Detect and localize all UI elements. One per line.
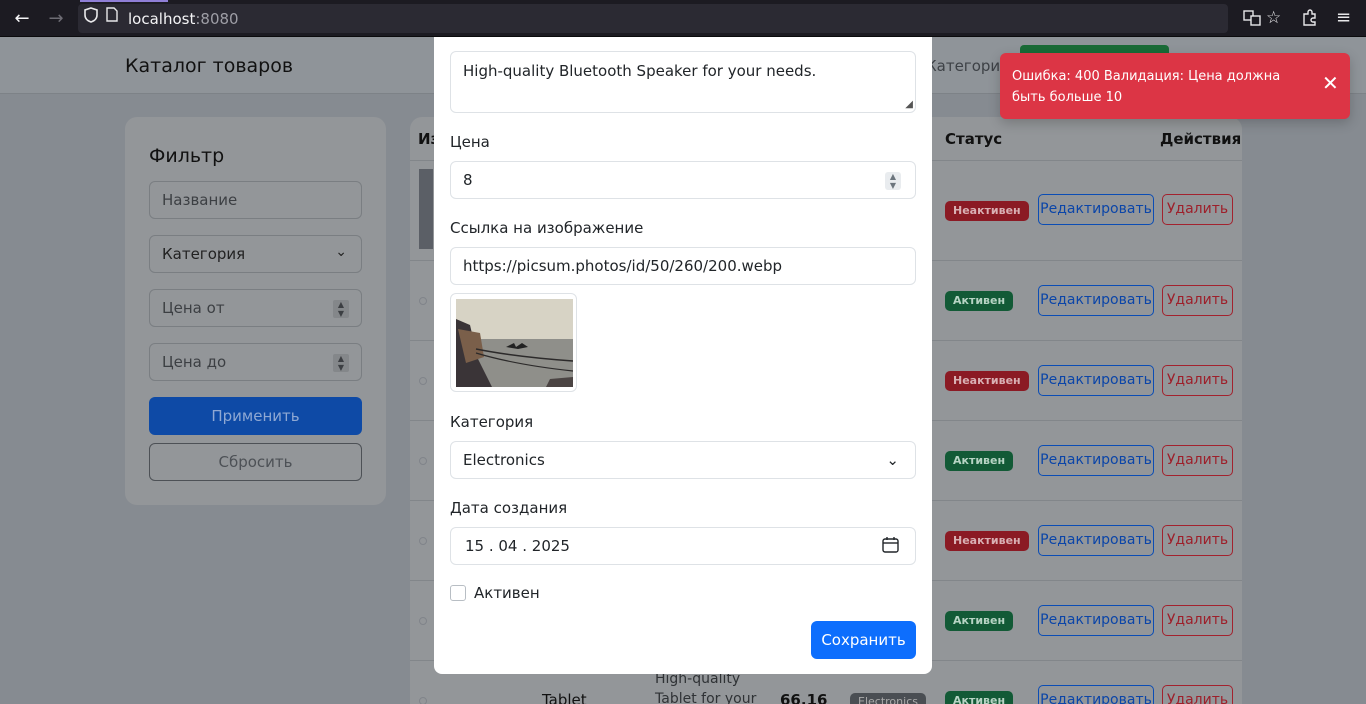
edit-button[interactable]: Редактировать bbox=[1038, 365, 1154, 396]
image-placeholder-icon bbox=[419, 297, 427, 305]
edit-button[interactable]: Редактировать bbox=[1038, 605, 1154, 636]
delete-button[interactable]: Удалить bbox=[1162, 445, 1233, 476]
edit-button[interactable]: Редактировать bbox=[1038, 285, 1154, 316]
filter-panel: Фильтр Название Категория ⌄ Цена от ▲ ▼ Ц… bbox=[125, 117, 386, 505]
status-badge: Активен bbox=[945, 291, 1014, 311]
resize-handle-icon[interactable]: ◢ bbox=[905, 100, 913, 110]
edit-button[interactable]: Редактировать bbox=[1038, 685, 1154, 704]
description-value: High-quality Bluetooth Speaker for your … bbox=[463, 62, 817, 80]
image-placeholder-icon bbox=[419, 697, 427, 704]
product-price: 66.16 bbox=[780, 691, 828, 704]
browser-toolbar: ← → localhost:8080 ☆ ≡ bbox=[0, 0, 1366, 37]
delete-button[interactable]: Удалить bbox=[1162, 525, 1233, 556]
date-value: 15 . 04 . 2025 bbox=[465, 537, 570, 555]
active-checkbox[interactable] bbox=[450, 585, 466, 601]
description-textarea[interactable]: High-quality Bluetooth Speaker for your … bbox=[450, 51, 916, 113]
price-to-placeholder: Цена до bbox=[162, 353, 227, 371]
spinner-icon[interactable]: ▲ ▼ bbox=[333, 300, 349, 318]
date-label: Дата создания bbox=[450, 499, 568, 517]
delete-button[interactable]: Удалить bbox=[1162, 605, 1233, 636]
edit-button[interactable]: Редактировать bbox=[1038, 445, 1154, 476]
product-name: Tablet bbox=[542, 691, 587, 704]
edit-button[interactable]: Редактировать bbox=[1038, 525, 1154, 556]
chevron-down-icon: ⌄ bbox=[886, 451, 899, 469]
delete-button[interactable]: Удалить bbox=[1162, 365, 1233, 396]
chevron-down-icon: ⌄ bbox=[335, 244, 347, 260]
spinner-icon[interactable]: ▲ ▼ bbox=[333, 354, 349, 372]
delete-button[interactable]: Удалить bbox=[1162, 194, 1233, 225]
delete-button[interactable]: Удалить bbox=[1162, 285, 1233, 316]
price-input[interactable]: 8 ▲ ▼ bbox=[450, 161, 916, 199]
price-from-placeholder: Цена от bbox=[162, 299, 225, 317]
column-header-status: Статус bbox=[945, 130, 1003, 148]
spinner-icon[interactable]: ▲ ▼ bbox=[885, 172, 901, 190]
image-placeholder-icon bbox=[419, 377, 427, 385]
image-preview bbox=[450, 293, 577, 392]
category-badge: Electronics bbox=[850, 693, 926, 704]
back-arrow-icon[interactable]: ← bbox=[11, 8, 33, 30]
shield-icon[interactable] bbox=[84, 7, 98, 27]
column-header-actions: Действия bbox=[1160, 130, 1242, 148]
product-description-line: Tablet for your bbox=[655, 691, 757, 704]
status-badge: Активен bbox=[945, 611, 1014, 631]
active-tab-indicator bbox=[80, 0, 168, 2]
menu-icon[interactable]: ≡ bbox=[1336, 7, 1351, 28]
status-badge: Неактивен bbox=[945, 201, 1029, 221]
filter-category-value: Категория bbox=[162, 245, 246, 263]
filter-price-from-input[interactable]: Цена от ▲ ▼ bbox=[149, 289, 362, 327]
close-icon[interactable]: ✕ bbox=[1322, 73, 1339, 93]
active-checkbox-label[interactable]: Активен bbox=[474, 584, 540, 602]
bookmark-star-icon[interactable]: ☆ bbox=[1266, 8, 1281, 28]
image-placeholder-icon bbox=[419, 537, 427, 545]
image-placeholder-icon bbox=[419, 457, 427, 465]
url-text: localhost:8080 bbox=[128, 10, 239, 28]
product-thumbnail bbox=[419, 169, 433, 249]
image-url-input[interactable]: https://picsum.photos/id/50/260/200.webp bbox=[450, 247, 916, 285]
image-placeholder-icon bbox=[419, 617, 427, 625]
status-badge: Неактивен bbox=[945, 531, 1029, 551]
status-badge: Активен bbox=[945, 451, 1014, 471]
edit-product-modal: High-quality Bluetooth Speaker for your … bbox=[434, 37, 932, 674]
calendar-icon[interactable] bbox=[882, 536, 899, 557]
filter-category-select[interactable]: Категория ⌄ bbox=[149, 235, 362, 273]
filter-title: Фильтр bbox=[149, 145, 225, 167]
image-url-label: Ссылка на изображение bbox=[450, 219, 644, 237]
status-badge: Активен bbox=[945, 691, 1014, 704]
filter-price-to-input[interactable]: Цена до ▲ ▼ bbox=[149, 343, 362, 381]
save-button[interactable]: Сохранить bbox=[811, 621, 916, 659]
preview-photo bbox=[456, 299, 573, 387]
price-value: 8 bbox=[463, 171, 473, 189]
page-icon bbox=[106, 7, 118, 26]
apply-button[interactable]: Применить bbox=[149, 397, 362, 435]
delete-button[interactable]: Удалить bbox=[1162, 685, 1233, 704]
forward-arrow-icon[interactable]: → bbox=[45, 8, 67, 30]
status-badge: Неактивен bbox=[945, 371, 1029, 391]
category-value: Electronics bbox=[463, 451, 545, 469]
app-brand[interactable]: Каталог товаров bbox=[125, 55, 293, 77]
edit-button[interactable]: Редактировать bbox=[1038, 194, 1154, 225]
reset-button[interactable]: Сбросить bbox=[149, 443, 362, 481]
nav-link-categories[interactable]: Категори bbox=[926, 57, 1000, 75]
url-bar[interactable] bbox=[78, 4, 1228, 33]
category-label: Категория bbox=[450, 413, 534, 431]
error-toast: Ошибка: 400 Валидация: Цена должна быть … bbox=[1000, 53, 1350, 119]
price-label: Цена bbox=[450, 133, 490, 151]
translate-icon[interactable] bbox=[1243, 9, 1261, 31]
extensions-icon[interactable] bbox=[1301, 9, 1318, 30]
filter-name-input[interactable]: Название bbox=[149, 181, 362, 219]
date-input[interactable]: 15 . 04 . 2025 bbox=[450, 527, 916, 565]
category-select[interactable]: Electronics ⌄ bbox=[450, 441, 916, 479]
error-message: Ошибка: 400 Валидация: Цена должна быть … bbox=[1012, 69, 1281, 105]
